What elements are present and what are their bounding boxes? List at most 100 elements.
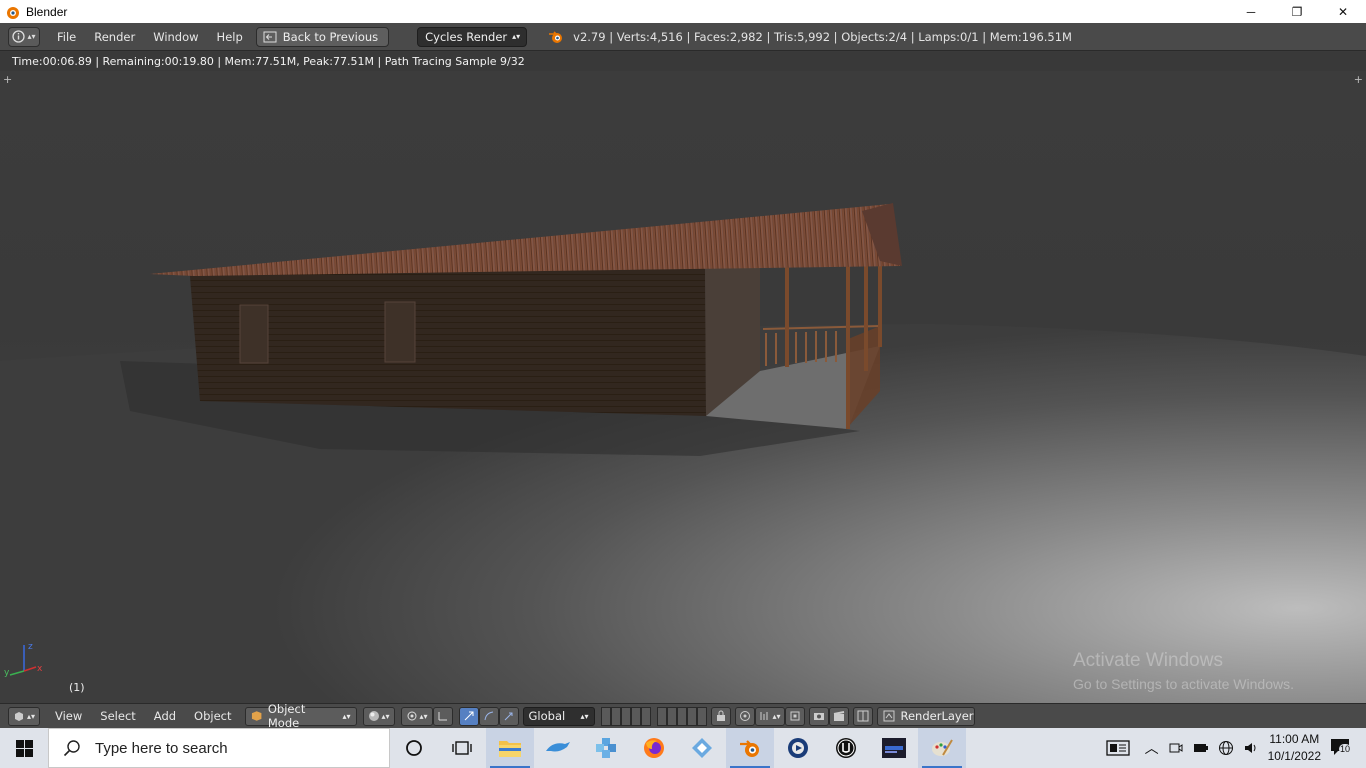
paint-icon: [932, 739, 953, 756]
clapper-icon: [833, 711, 844, 721]
dark-app-icon: [882, 738, 906, 758]
snap-target-icon: [790, 711, 800, 721]
cortana-icon: [406, 740, 422, 756]
menu-file[interactable]: File: [48, 30, 85, 44]
editor-type-3d-button[interactable]: ▴▾: [8, 706, 40, 726]
layer-buttons-group-1[interactable]: [600, 706, 651, 726]
back-to-previous-button[interactable]: Back to Previous: [255, 26, 390, 47]
taskbar-dark-app[interactable]: [870, 728, 918, 768]
chevron-up-icon[interactable]: ︿: [1145, 738, 1159, 758]
chevron-updown-icon: ▴▾: [580, 711, 589, 721]
taskbar-paint[interactable]: [918, 728, 966, 768]
menu-window[interactable]: Window: [144, 30, 207, 44]
restore-button[interactable]: ❐: [1274, 0, 1320, 23]
notification-center-button[interactable]: 10: [1330, 738, 1356, 758]
watermark-subtitle: Go to Settings to activate Windows.: [1073, 676, 1294, 692]
interaction-mode-value: Object Mode: [267, 702, 306, 730]
transform-orientation-select[interactable]: Global ▴▾: [522, 706, 595, 726]
taskbar-unreal-engine[interactable]: [822, 728, 870, 768]
windows-logo-icon: [15, 739, 33, 757]
translate-manipulator-button[interactable]: [458, 706, 479, 726]
viewport-shading-select[interactable]: ▴▾: [362, 706, 395, 726]
start-button[interactable]: [0, 728, 48, 768]
menu-help[interactable]: Help: [208, 30, 252, 44]
network-globe-icon[interactable]: [1218, 740, 1234, 756]
axis-z-label: z: [28, 642, 33, 652]
cortana-button[interactable]: [390, 728, 438, 768]
render-layer-select[interactable]: RenderLayer: [876, 706, 975, 726]
minimize-button[interactable]: ─: [1228, 0, 1274, 23]
scale-arrow-icon: [504, 712, 513, 721]
layer-buttons-group-2[interactable]: [656, 706, 707, 726]
render-layer-value: RenderLayer: [900, 709, 974, 723]
split-view-icon: [857, 710, 869, 722]
menu-view[interactable]: View: [46, 709, 91, 723]
unreal-engine-icon: [836, 738, 856, 758]
render-layer-icon: [883, 710, 895, 722]
taskbar-media-player[interactable]: [774, 728, 822, 768]
camera-icon: [813, 713, 824, 720]
close-button[interactable]: ✕: [1320, 0, 1366, 23]
3d-view-icon: [14, 712, 23, 721]
scene-stats: v2.79 | Verts:4,516 | Faces:2,982 | Tris…: [573, 29, 1072, 44]
menu-render[interactable]: Render: [85, 30, 144, 44]
chevron-updown-icon: ▴▾: [27, 32, 36, 41]
chevron-updown-icon: ▴▾: [342, 711, 351, 721]
taskbar-firefox[interactable]: [630, 728, 678, 768]
meet-now-icon[interactable]: [1168, 740, 1184, 756]
viewport-render-toggle[interactable]: [852, 706, 873, 726]
blender-logo-icon: [549, 30, 563, 43]
snap-element-select[interactable]: ▴▾: [754, 706, 785, 726]
opengl-render-animation-button[interactable]: [828, 706, 849, 726]
taskbar-dolphin-app[interactable]: [534, 728, 582, 768]
proportional-editing-button[interactable]: [734, 706, 755, 726]
taskbar-diamond-app[interactable]: [678, 728, 726, 768]
render-scene: [0, 71, 1366, 703]
firefox-icon: [644, 738, 664, 758]
news-widget-icon[interactable]: [1105, 740, 1130, 756]
chevron-updown-icon: ▴▾: [381, 711, 390, 721]
axis-y-label: y: [4, 668, 10, 678]
file-explorer-icon: [499, 741, 521, 757]
menu-add[interactable]: Add: [145, 709, 185, 723]
menu-object[interactable]: Object: [185, 709, 240, 723]
clock-date: 10/1/2022: [1267, 749, 1321, 763]
manipulator-toggle[interactable]: [432, 706, 453, 726]
lock-icon: [716, 710, 725, 721]
system-tray: ︿ 11:00 AM 10/1/2022 10: [1105, 728, 1366, 768]
translate-arrow-icon: [464, 711, 474, 721]
axis-x-label: x: [37, 664, 43, 674]
editor-type-button[interactable]: ▴▾: [8, 26, 40, 47]
area-split-handle-right[interactable]: +: [1354, 73, 1363, 86]
battery-icon[interactable]: [1193, 740, 1209, 756]
taskbar-search-box[interactable]: Type here to search: [48, 728, 390, 768]
chevron-updown-icon: ▴▾: [512, 32, 521, 41]
layer-lock-button[interactable]: [710, 706, 731, 726]
menu-select[interactable]: Select: [91, 709, 144, 723]
app-diamond-icon: [692, 738, 712, 758]
3d-viewport[interactable]: + + z y x (1) Activate Windows Go to Set…: [0, 71, 1366, 703]
taskbar-puzzle-app[interactable]: [582, 728, 630, 768]
pivot-point-select[interactable]: ▴▾: [400, 706, 433, 726]
snap-target-button[interactable]: [784, 706, 805, 726]
taskbar-clock[interactable]: 11:00 AM 10/1/2022: [1268, 731, 1321, 765]
pivot-icon: [407, 711, 416, 721]
rotate-manipulator-button[interactable]: [478, 706, 499, 726]
transform-orientation-value: Global: [528, 709, 566, 723]
render-status-text: Time:00:06.89 | Remaining:00:19.80 | Mem…: [0, 52, 1366, 71]
house-window-right: [384, 301, 416, 363]
interaction-mode-select[interactable]: Object Mode ▴▾: [244, 702, 357, 730]
search-placeholder: Type here to search: [95, 739, 228, 757]
dolphin-icon: [546, 742, 570, 752]
opengl-render-image-button[interactable]: [808, 706, 829, 726]
task-view-button[interactable]: [438, 728, 486, 768]
render-engine-select[interactable]: Cycles Render ▴▾: [417, 26, 528, 47]
info-header: ▴▾ File Render Window Help Back to Previ…: [0, 23, 1366, 51]
chevron-updown-icon: ▴▾: [419, 711, 428, 721]
scale-manipulator-button[interactable]: [498, 706, 519, 726]
area-split-handle-left[interactable]: +: [3, 73, 12, 86]
volume-icon[interactable]: [1243, 740, 1259, 756]
taskbar-file-explorer[interactable]: [486, 728, 534, 768]
window-title-bar: Blender ─ ❐ ✕: [0, 0, 1366, 23]
taskbar-blender[interactable]: [726, 728, 774, 768]
